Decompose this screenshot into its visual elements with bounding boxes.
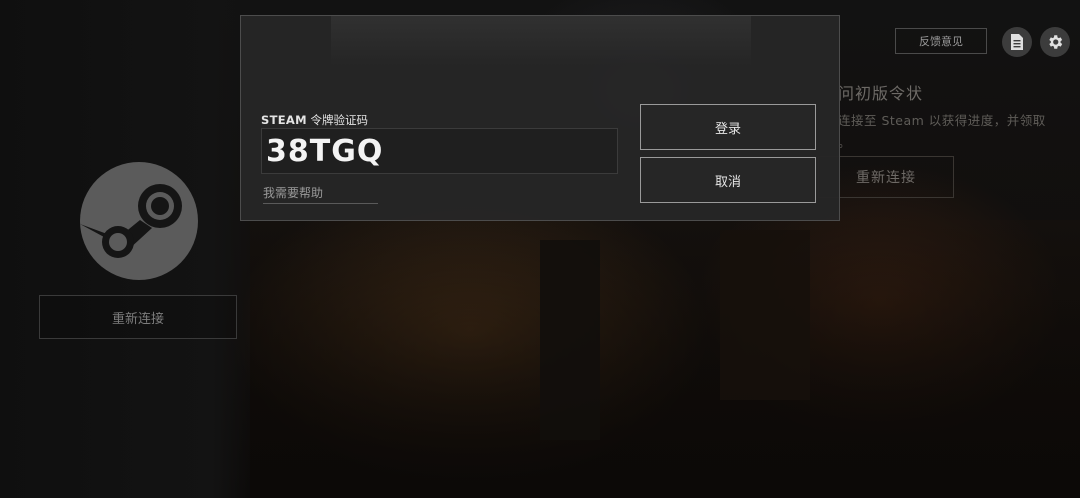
code-field-label: STEAM 令牌验证码 [261,113,368,127]
promo-title: 问初版令状 [838,84,924,103]
help-link[interactable]: 我需要帮助 [263,184,378,204]
scene-pillar [720,230,810,400]
auth-code-input[interactable]: 38TGQ [261,128,618,174]
promo-description: 连接至 Steam 以获得进度，并领取 。 [838,113,1046,150]
gear-icon[interactable] [1040,27,1070,57]
scene-pillar [540,240,600,440]
steam-logo-icon [80,162,198,280]
scene-shadow [250,220,1080,498]
steam-guard-dialog: STEAM 令牌验证码 38TGQ 我需要帮助 登录 取消 [240,15,840,221]
document-icon[interactable] [1002,27,1032,57]
dialog-header-art [331,16,751,66]
cancel-button[interactable]: 取消 [640,157,816,203]
feedback-button[interactable]: 反馈意见 [895,28,987,54]
reconnect-button-left[interactable]: 重新连接 [39,295,237,339]
login-button[interactable]: 登录 [640,104,816,150]
